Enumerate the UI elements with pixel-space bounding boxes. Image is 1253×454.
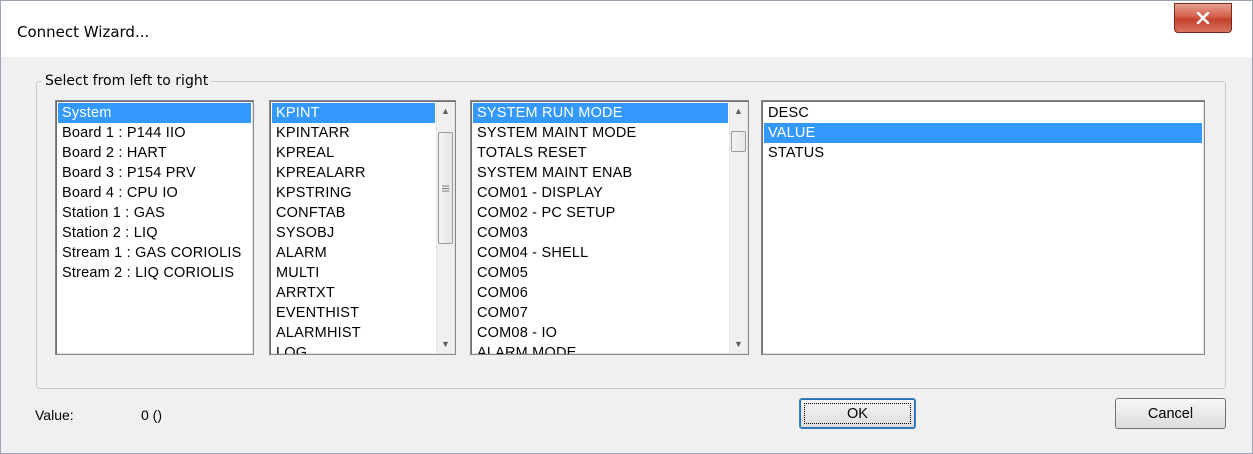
system-list-items: System Board 1 : P144 IIO Board 2 : HART Bo… xyxy=(58,103,251,283)
object-type-list-item[interactable]: ALARMHIST xyxy=(272,323,435,343)
point-listbox[interactable]: SYSTEM RUN MODE SYSTEM MAINT MODE TOTALS R… xyxy=(470,100,749,355)
title-bar[interactable]: Connect Wizard... xyxy=(1,1,1252,57)
object-type-list-item[interactable]: KPINTARR xyxy=(272,123,435,143)
field-list-item[interactable]: STATUS xyxy=(764,143,1202,163)
system-list-item[interactable]: Board 1 : P144 IIO xyxy=(58,123,251,143)
object-type-list-item[interactable]: ARRTXT xyxy=(272,283,435,303)
ok-button[interactable]: OK xyxy=(799,398,916,429)
scroll-down-icon[interactable]: ▼ xyxy=(730,335,747,353)
system-list-item[interactable]: Board 2 : HART xyxy=(58,143,251,163)
point-list-item[interactable]: COM08 - IO xyxy=(473,323,728,343)
window-title: Connect Wizard... xyxy=(17,23,150,41)
point-list-items: SYSTEM RUN MODE SYSTEM MAINT MODE TOTALS R… xyxy=(473,103,728,354)
field-listbox[interactable]: DESC VALUE STATUS xyxy=(761,100,1205,355)
object-type-list-items: KPINT KPINTARR KPREAL KPREALARR KPSTRING CONF… xyxy=(272,103,435,354)
cancel-button-label: Cancel xyxy=(1147,405,1194,422)
scroll-down-icon[interactable]: ▼ xyxy=(437,335,454,353)
system-list-item[interactable]: Stream 1 : GAS CORIOLIS xyxy=(58,243,251,263)
value-label: Value: xyxy=(35,407,74,423)
object-type-list-item[interactable]: KPSTRING xyxy=(272,183,435,203)
dialog-body: Select from left to right System Board 1 … xyxy=(9,57,1244,447)
object-type-list-item[interactable]: LOG xyxy=(272,343,435,354)
scroll-up-icon[interactable]: ▲ xyxy=(437,102,454,120)
object-type-list-item[interactable]: CONFTAB xyxy=(272,203,435,223)
point-list-item[interactable]: SYSTEM MAINT ENAB xyxy=(473,163,728,183)
scroll-up-icon[interactable]: ▲ xyxy=(730,102,747,120)
cancel-button[interactable]: Cancel xyxy=(1115,398,1226,429)
value-readout: 0 () xyxy=(141,407,162,423)
system-list-item[interactable]: Station 1 : GAS xyxy=(58,203,251,223)
object-type-list-item[interactable]: KPINT xyxy=(272,103,435,123)
object-type-list-item[interactable]: ALARM xyxy=(272,243,435,263)
object-type-list-item[interactable]: EVENTHIST xyxy=(272,303,435,323)
point-list-item[interactable]: COM06 xyxy=(473,283,728,303)
point-list-item[interactable]: ALARM MODE xyxy=(473,343,728,354)
connect-wizard-dialog: Connect Wizard... Select from left to ri… xyxy=(0,0,1253,454)
object-type-list-item[interactable]: KPREALARR xyxy=(272,163,435,183)
object-type-list-item[interactable]: MULTI xyxy=(272,263,435,283)
group-label: Select from left to right xyxy=(42,73,212,89)
object-type-list-item[interactable]: SYSOBJ xyxy=(272,223,435,243)
close-button[interactable] xyxy=(1174,3,1232,33)
point-list-item[interactable]: COM01 - DISPLAY xyxy=(473,183,728,203)
object-type-list-item[interactable]: KPREAL xyxy=(272,143,435,163)
close-x-icon xyxy=(1196,12,1210,24)
point-list-item[interactable]: COM04 - SHELL xyxy=(473,243,728,263)
point-list-item[interactable]: COM03 xyxy=(473,223,728,243)
point-list-item[interactable]: SYSTEM RUN MODE xyxy=(473,103,728,123)
field-list-item[interactable]: DESC xyxy=(764,103,1202,123)
field-list-item[interactable]: VALUE xyxy=(764,123,1202,143)
scroll-thumb[interactable] xyxy=(731,131,746,152)
system-listbox[interactable]: System Board 1 : P144 IIO Board 2 : HART Bo… xyxy=(55,100,254,355)
field-list-items: DESC VALUE STATUS xyxy=(764,103,1202,163)
point-list-item[interactable]: SYSTEM MAINT MODE xyxy=(473,123,728,143)
point-list-item[interactable]: COM07 xyxy=(473,303,728,323)
system-list-item[interactable]: Station 2 : LIQ xyxy=(58,223,251,243)
point-list-item[interactable]: COM02 - PC SETUP xyxy=(473,203,728,223)
object-type-listbox[interactable]: KPINT KPINTARR KPREAL KPREALARR KPSTRING CONF… xyxy=(269,100,456,355)
focus-ring xyxy=(804,403,911,424)
point-list-item[interactable]: COM05 xyxy=(473,263,728,283)
point-scrollbar[interactable]: ▲ ▼ xyxy=(729,102,747,353)
system-list-item[interactable]: System xyxy=(58,103,251,123)
object-type-scrollbar[interactable]: ▲ ▼ xyxy=(436,102,454,353)
system-list-item[interactable]: Board 4 : CPU IO xyxy=(58,183,251,203)
system-list-item[interactable]: Stream 2 : LIQ CORIOLIS xyxy=(58,263,251,283)
point-list-item[interactable]: TOTALS RESET xyxy=(473,143,728,163)
scroll-thumb[interactable] xyxy=(438,132,453,244)
system-list-item[interactable]: Board 3 : P154 PRV xyxy=(58,163,251,183)
grip-icon xyxy=(442,185,449,191)
